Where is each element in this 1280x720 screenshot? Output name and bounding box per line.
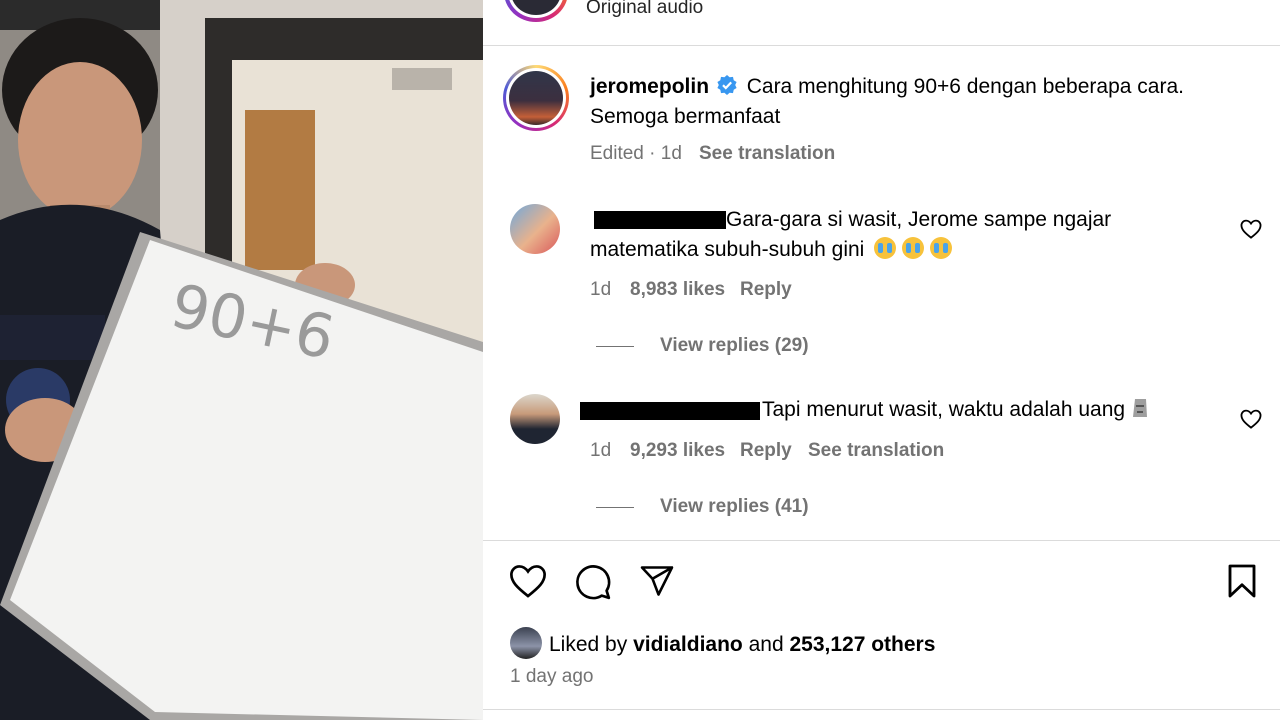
- likes-summary: Liked by vidialdiano and 253,127 others: [549, 633, 936, 656]
- comment-text-line1: Gara-gara si wasit, Jerome sampe ngajar: [726, 208, 1112, 231]
- verified-badge-icon: [717, 75, 737, 95]
- view-replies-button[interactable]: View replies (29): [660, 335, 809, 357]
- view-replies-line: [596, 346, 634, 347]
- comment-avatar[interactable]: [510, 394, 560, 444]
- author-avatar[interactable]: [503, 65, 569, 131]
- comment-reply-button[interactable]: Reply: [740, 279, 792, 301]
- comment-text-line2: matematika subuh-subuh gini: [590, 235, 958, 265]
- bottom-divider: [483, 709, 1280, 710]
- comment-text: Tapi menurut wasit, waktu adalah uang: [762, 395, 1151, 425]
- caption-text-line1: Cara menghitung 90+6 dengan beberapa car…: [746, 75, 1184, 98]
- actions-divider: [483, 540, 1280, 541]
- comment-likes[interactable]: 9,293 likes: [630, 440, 725, 462]
- comment-like-heart-icon[interactable]: [1240, 409, 1262, 429]
- comment-reply-button[interactable]: Reply: [740, 440, 792, 462]
- liker-username[interactable]: vidialdiano: [633, 633, 743, 656]
- crying-emoji-icon: [930, 237, 953, 259]
- likes-count[interactable]: 253,127 others: [789, 633, 935, 656]
- comment-avatar[interactable]: [510, 204, 560, 254]
- moai-emoji-icon: [1133, 399, 1148, 417]
- post-time-ago: 1 day ago: [510, 666, 594, 687]
- post-panel: Original audio jeromepolin Cara menghitu…: [483, 0, 1280, 720]
- header-divider: [483, 45, 1280, 46]
- caption-edited-time: Edited · 1d: [590, 143, 682, 164]
- crying-emoji-icon: [874, 237, 897, 259]
- comment-like-heart-icon[interactable]: [1240, 219, 1262, 239]
- post-caption: jeromepolin Cara menghitung 90+6 dengan …: [590, 72, 1260, 132]
- author-username[interactable]: jeromepolin: [590, 75, 709, 98]
- comment-time: 1d: [590, 279, 612, 300]
- paper-plane-icon[interactable]: [638, 563, 676, 599]
- comment-icon[interactable]: [574, 563, 612, 601]
- audio-label[interactable]: Original audio: [586, 0, 703, 19]
- view-replies-line: [596, 507, 634, 508]
- comment-time: 1d: [590, 440, 612, 461]
- post-video[interactable]: 90+6: [0, 0, 483, 720]
- heart-icon[interactable]: [509, 563, 547, 599]
- comment-likes[interactable]: 8,983 likes: [630, 279, 725, 301]
- comment-see-translation[interactable]: See translation: [808, 440, 944, 462]
- redacted-username: [594, 211, 726, 229]
- video-frame: 90+6: [0, 0, 483, 720]
- redacted-username: [580, 402, 760, 420]
- crying-emoji-icon: [902, 237, 925, 259]
- liker-avatar[interactable]: [510, 627, 542, 659]
- bookmark-icon[interactable]: [1226, 563, 1258, 599]
- view-replies-button[interactable]: View replies (41): [660, 496, 809, 518]
- header-avatar[interactable]: [504, 0, 568, 22]
- caption-text-line2: Semoga bermanfaat: [590, 105, 781, 128]
- caption-see-translation[interactable]: See translation: [699, 143, 835, 165]
